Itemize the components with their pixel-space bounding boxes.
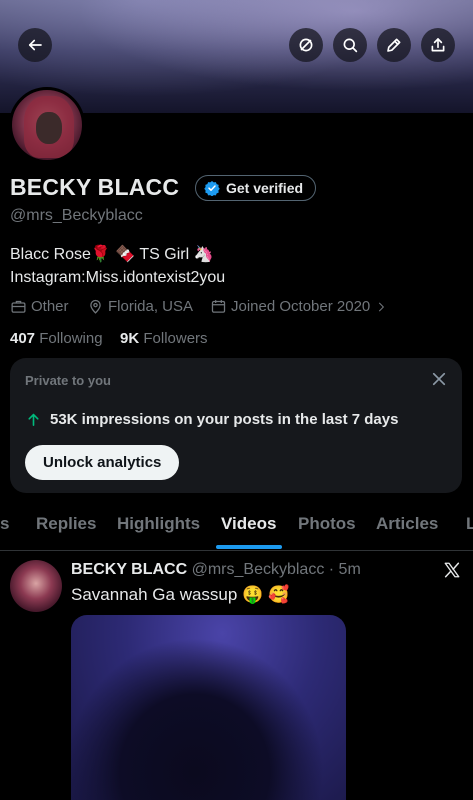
tab-highlights[interactable]: Highlights (117, 514, 200, 534)
tab-posts[interactable]: s (0, 514, 9, 534)
calendar-icon (211, 300, 226, 313)
joined-label: Joined October 2020 (231, 298, 371, 315)
bio-line-2: Instagram:Miss.idontexist2you (10, 269, 226, 286)
back-button[interactable] (18, 28, 52, 62)
close-icon[interactable] (430, 370, 448, 388)
grok-icon (299, 38, 313, 52)
following-link[interactable]: 407 Following (10, 330, 103, 347)
post-handle-time: @mrs_Beckyblacc · 5m (191, 561, 361, 578)
profile-category: Other (10, 298, 69, 315)
tabs-divider (0, 550, 473, 551)
unlock-analytics-button[interactable]: Unlock analytics (25, 445, 180, 480)
post-author[interactable]: BECKY BLACC (71, 561, 187, 578)
edit-icon (387, 38, 401, 52)
followers-label: Followers (143, 330, 208, 347)
analytics-card: Private to you 53K impressions on your p… (10, 358, 462, 493)
post-avatar[interactable] (10, 560, 62, 612)
location-label: Florida, USA (108, 298, 194, 315)
verified-badge-icon (204, 181, 220, 196)
impressions-text: 53K impressions on your posts in the las… (50, 411, 399, 428)
followers-link[interactable]: 9K Followers (120, 330, 208, 347)
active-tab-indicator (216, 545, 282, 549)
post-header: BECKY BLACC @mrs_Beckyblacc · 5m (71, 561, 361, 579)
private-label: Private to you (25, 373, 111, 388)
tab-photos[interactable]: Photos (298, 514, 356, 534)
x-logo-icon (444, 562, 460, 578)
impressions-row: 53K impressions on your posts in the las… (25, 411, 398, 428)
profile-name: BECKY BLACC (10, 174, 180, 200)
profile-handle: @mrs_Beckyblacc (10, 207, 143, 224)
tab-replies[interactable]: Replies (36, 514, 96, 534)
tab-videos[interactable]: Videos (221, 514, 276, 534)
profile-avatar[interactable] (9, 87, 85, 163)
location-pin-icon (90, 299, 101, 314)
search-button[interactable] (333, 28, 367, 62)
avatar-face (36, 112, 62, 144)
edit-button[interactable] (377, 28, 411, 62)
profile-tabs: s Replies Highlights Videos Photos Artic… (0, 510, 473, 550)
share-icon (431, 38, 445, 52)
profile-joined[interactable]: Joined October 2020 (210, 298, 388, 315)
bio-line-1: Blacc Rose🌹 🍫 TS Girl 🦄 (10, 246, 214, 263)
tab-articles[interactable]: Articles (376, 514, 438, 534)
arrow-up-icon (28, 413, 39, 426)
get-verified-label: Get verified (226, 180, 304, 196)
followers-count: 9K (120, 330, 140, 347)
following-count: 407 (10, 330, 36, 347)
following-label: Following (39, 330, 103, 347)
tab-likes[interactable]: L (466, 514, 473, 534)
share-button[interactable] (421, 28, 455, 62)
get-verified-button[interactable]: Get verified (195, 175, 317, 201)
post-video[interactable] (71, 615, 346, 800)
post-text: Savannah Ga wassup 🤑 🥰 (71, 585, 290, 604)
briefcase-icon (11, 300, 26, 313)
chevron-right-icon (379, 302, 385, 311)
profile-location: Florida, USA (87, 298, 193, 315)
grok-button[interactable] (289, 28, 323, 62)
category-label: Other (31, 298, 69, 315)
arrow-left-icon (28, 39, 42, 51)
search-icon (343, 38, 358, 53)
